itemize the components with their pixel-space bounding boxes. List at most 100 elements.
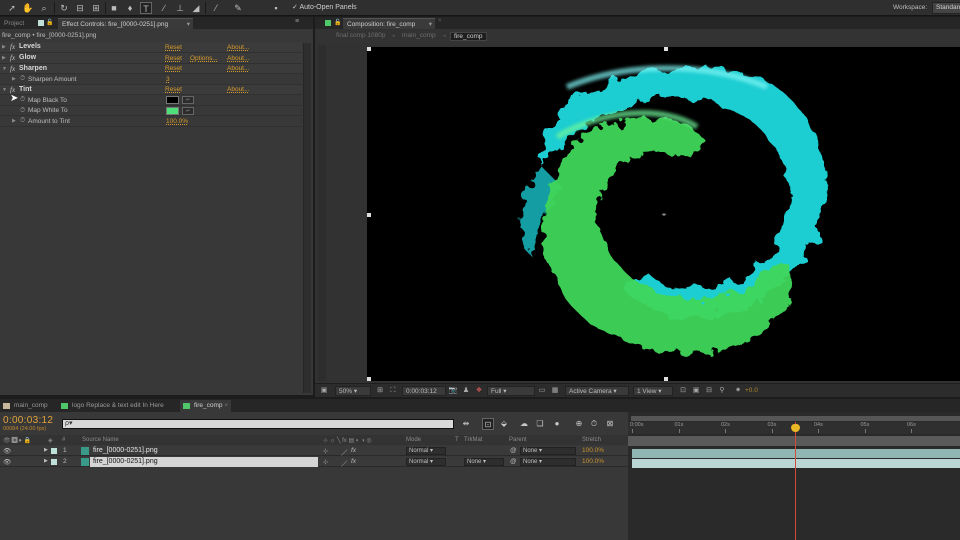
close-tab-icon[interactable]: × [438, 18, 442, 24]
camera-tool-icon[interactable]: ⊟ [74, 2, 86, 14]
layer-duration-bar[interactable] [632, 459, 960, 468]
playhead-handle[interactable] [790, 424, 800, 432]
region-of-interest-icon[interactable]: ▭ [537, 386, 547, 396]
selection-tool-icon[interactable]: ➚ [6, 2, 18, 14]
channel-icon[interactable]: ❖ [474, 386, 484, 396]
collapse-triangle-icon[interactable]: ▼ [2, 66, 7, 72]
amount-to-tint-value[interactable]: 100.0% [166, 118, 188, 125]
effect-row-levels[interactable]: ▶ fx Levels Reset About... [0, 42, 302, 53]
reset-link[interactable]: Reset [165, 55, 182, 62]
pickwhip-icon[interactable]: @ [510, 458, 517, 465]
effects-switch-icon[interactable]: fx [351, 458, 356, 465]
expand-triangle-icon[interactable]: ▶ [2, 55, 6, 61]
mode-dropdown[interactable]: Normal ▾ [406, 447, 446, 455]
stopwatch-icon[interactable]: ⏱ [20, 107, 25, 115]
fast-previews-icon[interactable]: ▣ [691, 386, 701, 396]
visibility-eye-icon[interactable]: 👁 [3, 458, 11, 466]
always-preview-icon[interactable]: ▣ [319, 386, 329, 396]
effects-switch-icon[interactable]: fx [351, 447, 356, 454]
effect-controls-scrollbar[interactable] [303, 43, 311, 393]
resolution-dropdown[interactable]: Full ▾ [487, 386, 535, 396]
hand-tool-icon[interactable]: ✋ [22, 2, 34, 14]
roto-brush-tool-icon[interactable]: ⁄ [210, 2, 222, 14]
label-color-swatch[interactable] [51, 459, 57, 465]
column-stretch[interactable]: Stretch [582, 437, 601, 443]
tab-project[interactable]: Project [0, 18, 28, 29]
timeline-search-input[interactable]: ρ▾ [62, 419, 454, 429]
about-link[interactable]: About... [227, 55, 249, 62]
hide-shy-layers-icon[interactable]: ☁ [518, 418, 530, 430]
layer-name[interactable]: fire_[0000-0251].png [90, 457, 318, 467]
pickwhip-icon[interactable]: @ [510, 447, 517, 454]
view-layout-dropdown[interactable]: 1 View ▾ [633, 386, 673, 396]
visibility-eye-icon[interactable]: 👁 [3, 447, 11, 455]
magnification-dropdown[interactable]: 50% ▾ [335, 386, 371, 396]
column-mode[interactable]: Mode [406, 437, 421, 443]
label-color-swatch[interactable] [51, 448, 57, 454]
crumb-fire-comp[interactable]: fire_comp [450, 32, 487, 41]
chevron-down-icon[interactable]: ▾ [187, 19, 190, 30]
lock-icon[interactable]: 🔓 [46, 19, 53, 26]
stopwatch-icon[interactable]: ⏱ [20, 75, 25, 83]
map-white-color-swatch[interactable] [166, 106, 179, 115]
column-source-name[interactable]: Source Name [82, 437, 119, 443]
layer-handle[interactable] [367, 213, 371, 217]
playhead-line[interactable] [794, 422, 796, 540]
motion-blur-icon[interactable]: ● [551, 418, 563, 430]
shy-switch-icon[interactable]: ⊹ [323, 458, 328, 466]
workspace-dropdown[interactable]: Standard [932, 2, 960, 14]
map-black-color-swatch[interactable] [166, 96, 179, 104]
stretch-value[interactable]: 100.0% [582, 447, 604, 454]
layer-handle[interactable] [367, 377, 371, 381]
quality-switch-icon[interactable]: ／ [341, 447, 348, 457]
snapshot-icon[interactable]: 📷 [448, 386, 458, 396]
timeline-ruler-area[interactable]: 0:00s 01s 02s 03s 04s 05s 06s [628, 412, 960, 540]
parent-dropdown[interactable]: None ▾ [520, 458, 576, 466]
layer-duration-bar[interactable] [632, 449, 960, 458]
crumb-main-comp[interactable]: main_comp [399, 32, 439, 39]
fx-badge-icon[interactable]: fx [10, 43, 15, 51]
stopwatch-icon[interactable]: ⏱ [20, 96, 25, 104]
expand-triangle-icon[interactable]: ▶ [44, 447, 48, 453]
about-link[interactable]: About... [227, 86, 249, 93]
fx-badge-icon[interactable]: fx [10, 54, 15, 62]
pan-behind-tool-icon[interactable]: ⊞ [90, 2, 102, 14]
tab-effect-controls[interactable]: Effect Controls: fire_[0000-0251].png ▾ [58, 18, 193, 29]
reset-link[interactable]: Reset [165, 86, 182, 93]
current-time-timecode[interactable]: 0:00:03:12 [3, 415, 53, 426]
comp-mini-flowchart-icon[interactable]: ⇹ [460, 418, 472, 430]
expand-triangle-icon[interactable]: ▶ [2, 44, 6, 50]
draft-3d-icon[interactable]: ⬙ [498, 418, 510, 430]
timeline-icon[interactable]: ⊟ [704, 386, 714, 396]
layer-row[interactable]: 👁 ▶ 1 fire_[0000-0251].png ⊹ ／ fx Normal… [0, 446, 628, 457]
options-link[interactable]: Options... [190, 55, 218, 62]
trkmat-dropdown[interactable]: None ▾ [464, 458, 504, 466]
stretch-value[interactable]: 100.0% [582, 458, 604, 465]
panel-menu-icon[interactable]: ≡ [295, 18, 299, 25]
lock-icon[interactable]: 🔓 [334, 19, 341, 26]
zoom-tool-icon[interactable]: ⌕ [38, 2, 50, 14]
local-axis-mode-icon[interactable]: ▪ [270, 2, 282, 14]
safe-zones-icon[interactable]: ⊞ [375, 386, 385, 396]
layer-handle[interactable] [367, 47, 371, 51]
expand-triangle-icon[interactable]: ▶ [12, 76, 16, 82]
clone-stamp-tool-icon[interactable]: ⊥ [174, 2, 186, 14]
layer-name[interactable]: fire_[0000-0251].png [90, 446, 318, 456]
chevron-down-icon[interactable]: ▾ [429, 19, 432, 30]
tab-logo-replace[interactable]: logo Replace & text edit In Here [58, 400, 167, 412]
mask-visibility-icon[interactable]: ⛶ [388, 386, 398, 396]
reset-link[interactable]: Reset [165, 44, 182, 51]
layer-handle[interactable] [664, 377, 668, 381]
reset-link[interactable]: Reset [165, 65, 182, 72]
current-time-display[interactable]: 0:00:03:12 [402, 386, 446, 396]
effect-row-tint[interactable]: ▼ fx Tint Reset About... [0, 84, 302, 95]
composition-viewer[interactable]: ⌖ [367, 47, 960, 381]
expand-triangle-icon[interactable]: ▶ [12, 118, 16, 124]
effect-row-sharpen[interactable]: ▼ fx Sharpen Reset About... [0, 63, 302, 74]
expand-triangle-icon[interactable]: ▶ [44, 458, 48, 464]
toggle-pixel-aspect-icon[interactable]: ⊡ [678, 386, 688, 396]
transparency-grid-icon[interactable]: ▦ [550, 386, 560, 396]
shy-switch-icon[interactable]: ⊹ [323, 447, 328, 455]
parent-dropdown[interactable]: None ▾ [520, 447, 576, 455]
show-snapshot-icon[interactable]: ♟ [461, 386, 471, 396]
